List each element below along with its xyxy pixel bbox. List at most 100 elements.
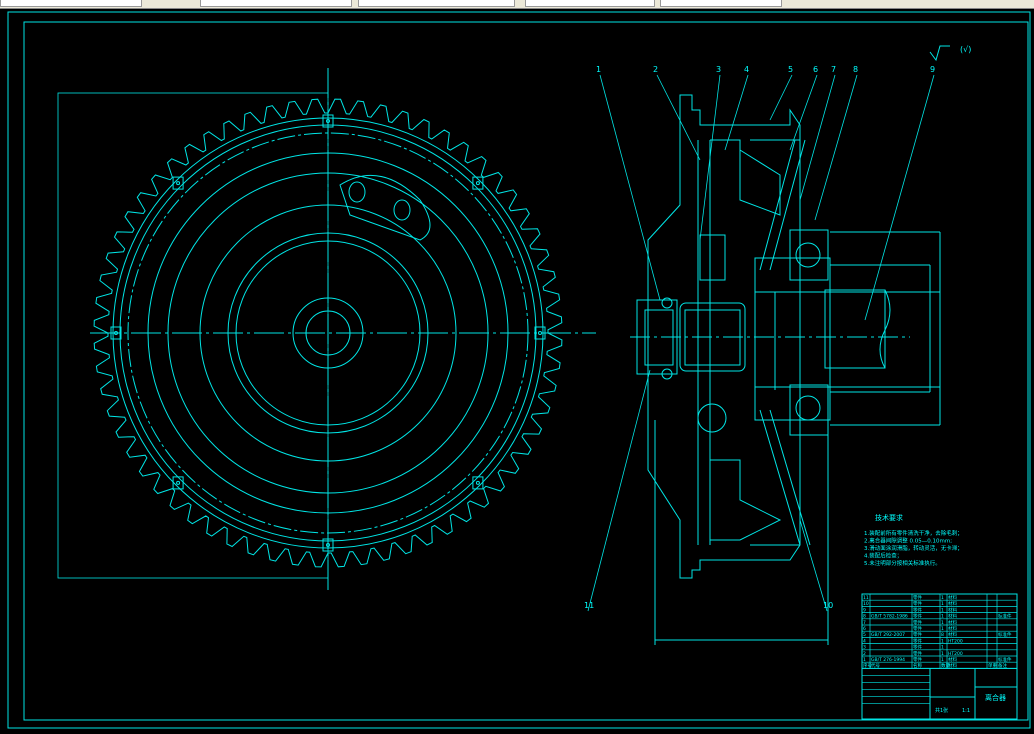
table-cell: 材料 xyxy=(948,600,957,607)
leader-line xyxy=(769,74,793,121)
table-cell: 8 xyxy=(863,614,866,620)
technical-notes: 1.装配前所有零件清洗干净，去除毛刺；2.离合器间隙调整 0.05—0.10mm… xyxy=(864,529,963,567)
table-cell: 1 xyxy=(941,651,944,657)
table-cell: 零件 xyxy=(913,619,922,626)
toolbar-field[interactable] xyxy=(0,0,142,7)
table-cell: 零件 xyxy=(913,637,922,644)
scale-label: 1:1 xyxy=(962,708,970,714)
roughness-label: (√) xyxy=(960,45,971,54)
leader-line xyxy=(789,74,818,151)
callout-number: 5 xyxy=(788,65,793,74)
table-cell: 零件 xyxy=(913,606,922,613)
drawing-title: 离合器 xyxy=(985,693,1006,702)
table-cell: 10 xyxy=(863,601,869,607)
table-cell: 1 xyxy=(941,626,944,632)
table-cell: 2 xyxy=(863,651,866,657)
sheet-label: 共1张 xyxy=(935,707,948,714)
callout-number: 3 xyxy=(716,65,721,74)
table-cell: 材料 xyxy=(948,656,957,663)
viewer-toolbar xyxy=(0,0,1034,9)
drawing-canvas[interactable]: (√) 1 2 3 4 5 6 7 8 9 10 11 技术要求 1.装配前所有零件清洗干净，去除毛… xyxy=(0,9,1034,730)
table-cell: 材料 xyxy=(948,606,957,613)
bolt-hole xyxy=(176,480,181,485)
table-cell: 零件 xyxy=(913,625,922,632)
callout-number: 11 xyxy=(584,601,594,610)
title-block: 11 零件 1 材料10 零件 1 材料9 零件 1 材料8 GB/T 5782-1986 零件 1 材料… xyxy=(861,593,1018,720)
toolbar-field[interactable] xyxy=(525,0,655,7)
leader-line xyxy=(587,369,651,612)
table-cell: 11 xyxy=(863,595,869,601)
table-cell: 零件 xyxy=(913,644,922,651)
leader-line xyxy=(724,74,749,151)
table-cell: 1 xyxy=(863,657,866,663)
notes-title: 技术要求 xyxy=(875,513,903,522)
bolt-hole xyxy=(475,181,480,186)
bolt-hole xyxy=(538,331,542,335)
callout-number: 10 xyxy=(823,601,833,610)
table-cell: 1 xyxy=(941,638,944,644)
table-cell: 1 xyxy=(941,607,944,613)
table-cell: 1 xyxy=(941,614,944,620)
table-cell: 4 xyxy=(863,638,866,644)
callout-number: 6 xyxy=(813,65,818,74)
toolbar-field[interactable] xyxy=(200,0,352,7)
note-line: 2.离合器间隙调整 0.05—0.10mm; xyxy=(864,537,952,545)
toolbar-field[interactable] xyxy=(660,0,782,7)
table-cell: 零件 xyxy=(913,600,922,607)
table-cell: 1 xyxy=(941,657,944,663)
table-cell: 材料 xyxy=(948,619,957,626)
table-cell: 5 xyxy=(863,632,866,638)
bolt-hole xyxy=(176,181,181,186)
note-line: 5.未注明部分按相关标准执行。 xyxy=(864,559,941,567)
hole xyxy=(393,199,411,221)
note-line: 4.装配后检查； xyxy=(864,552,902,560)
roughness-symbol xyxy=(929,45,950,62)
table-cell: 3 xyxy=(863,645,866,651)
table-cell: 8 xyxy=(941,632,944,638)
table-cell: HT200 xyxy=(948,651,963,657)
toolbar-field[interactable] xyxy=(358,0,515,7)
table-cell: 标准件 xyxy=(998,613,1012,620)
callout-number: 7 xyxy=(831,65,836,74)
leader-line xyxy=(864,74,935,321)
callout-number: 4 xyxy=(744,65,749,74)
table-cell: 零件 xyxy=(913,650,922,657)
table-cell: 标准件 xyxy=(998,631,1012,638)
callout-number: 1 xyxy=(596,65,601,74)
leader-line xyxy=(799,74,836,201)
table-cell: GB/T 5782-1986 xyxy=(871,614,908,620)
table-cell: 1 xyxy=(941,645,944,651)
table-cell: 零件 xyxy=(913,631,922,638)
gear-front-view xyxy=(57,68,596,592)
table-cell: 零件 xyxy=(913,594,922,601)
table-cell: 1 xyxy=(941,620,944,626)
note-line: 3.滑动面涂润滑脂，转动灵活，无卡滞； xyxy=(864,544,963,552)
table-cell: 材料 xyxy=(948,625,957,632)
table-cell: 9 xyxy=(863,607,866,613)
callout-number: 9 xyxy=(930,65,935,74)
leader-line xyxy=(799,519,828,612)
table-cell: 6 xyxy=(863,626,866,632)
table-cell: 7 xyxy=(863,620,866,626)
table-cell: HT200 xyxy=(948,638,963,644)
callout-number: 2 xyxy=(653,65,658,74)
table-cell: 标准件 xyxy=(998,656,1012,663)
note-line: 1.装配前所有零件清洗干净，去除毛刺； xyxy=(864,529,963,537)
leader-line xyxy=(599,74,661,301)
table-cell: GB/T 276-1994 xyxy=(871,657,905,663)
cad-drawing: (√) 1 2 3 4 5 6 7 8 91011 技术要求 1.装配前所有零件清洗干净，去除毛… xyxy=(7,11,1031,729)
table-cell: GB/T 292-2007 xyxy=(871,632,905,638)
table-cell: 材料 xyxy=(948,594,957,601)
table-cell: 零件 xyxy=(913,613,922,620)
bolt-hole xyxy=(475,480,480,485)
table-cell: 零件 xyxy=(913,656,922,663)
hole xyxy=(348,181,366,203)
leader-line xyxy=(656,74,701,161)
outer-border xyxy=(7,11,1031,729)
table-cell: 1 xyxy=(941,595,944,601)
table-cell: 材料 xyxy=(948,613,957,620)
callout-number: 8 xyxy=(853,65,858,74)
table-cell: 材料 xyxy=(948,631,957,638)
leader-line xyxy=(814,74,858,221)
table-cell: 1 xyxy=(941,601,944,607)
